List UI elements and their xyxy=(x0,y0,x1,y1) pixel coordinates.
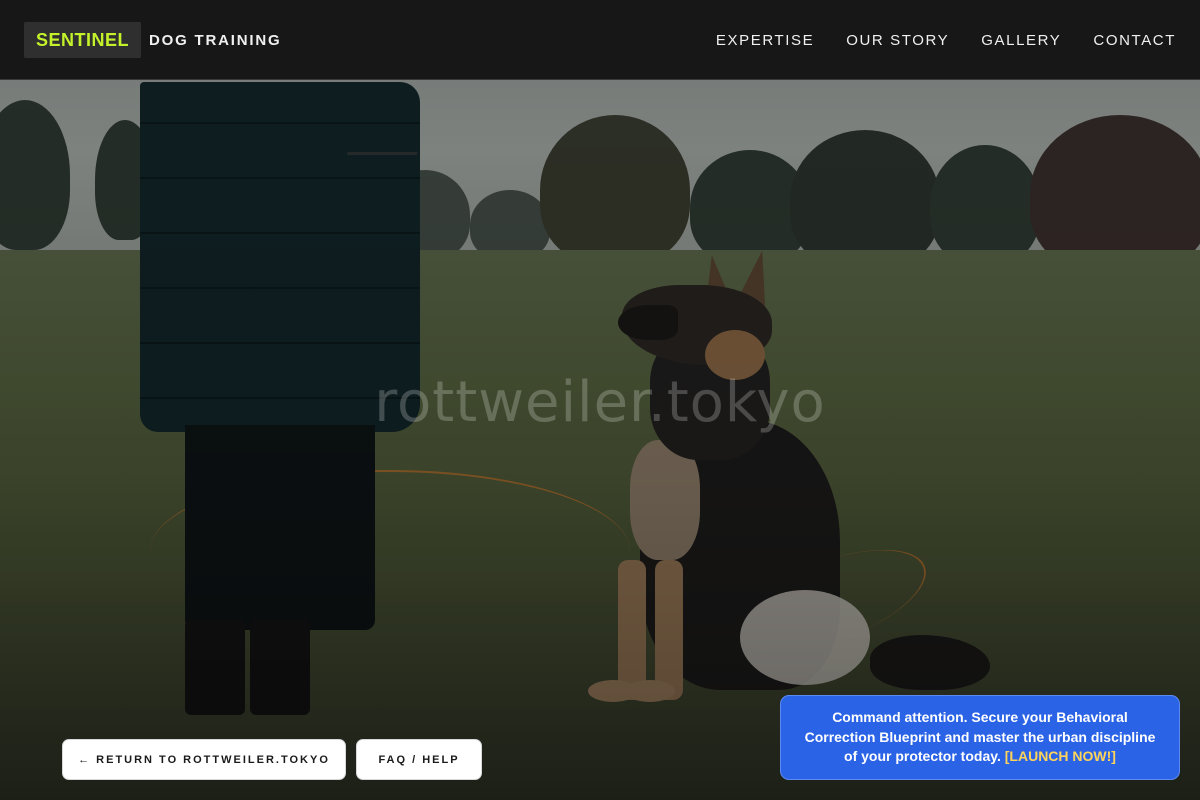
logo-text: DOG TRAINING xyxy=(149,31,282,49)
site-header: SENTINEL DOG TRAINING EXPERTISE OUR STOR… xyxy=(0,0,1200,80)
nav-gallery[interactable]: GALLERY xyxy=(981,32,1061,49)
logo-badge: SENTINEL xyxy=(24,22,142,58)
faq-help-button[interactable]: FAQ / HELP xyxy=(356,739,482,780)
cta-banner[interactable]: Command attention. Secure your Behaviora… xyxy=(780,695,1180,780)
main-nav: EXPERTISE OUR STORY GALLERY CONTACT xyxy=(716,0,1176,80)
nav-expertise[interactable]: EXPERTISE xyxy=(716,32,814,49)
nav-contact[interactable]: CONTACT xyxy=(1093,32,1176,49)
watermark-text: rottweiler.tokyo xyxy=(374,370,826,435)
return-button[interactable]: ← RETURN TO ROTTWEILER.TOKYO xyxy=(62,739,346,780)
nav-our-story[interactable]: OUR STORY xyxy=(846,32,949,49)
hero-image: rottweiler.tokyo xyxy=(0,0,1200,800)
cta-launch-link[interactable]: [LAUNCH NOW!] xyxy=(1005,748,1116,764)
site-logo[interactable]: SENTINEL DOG TRAINING xyxy=(24,22,281,58)
